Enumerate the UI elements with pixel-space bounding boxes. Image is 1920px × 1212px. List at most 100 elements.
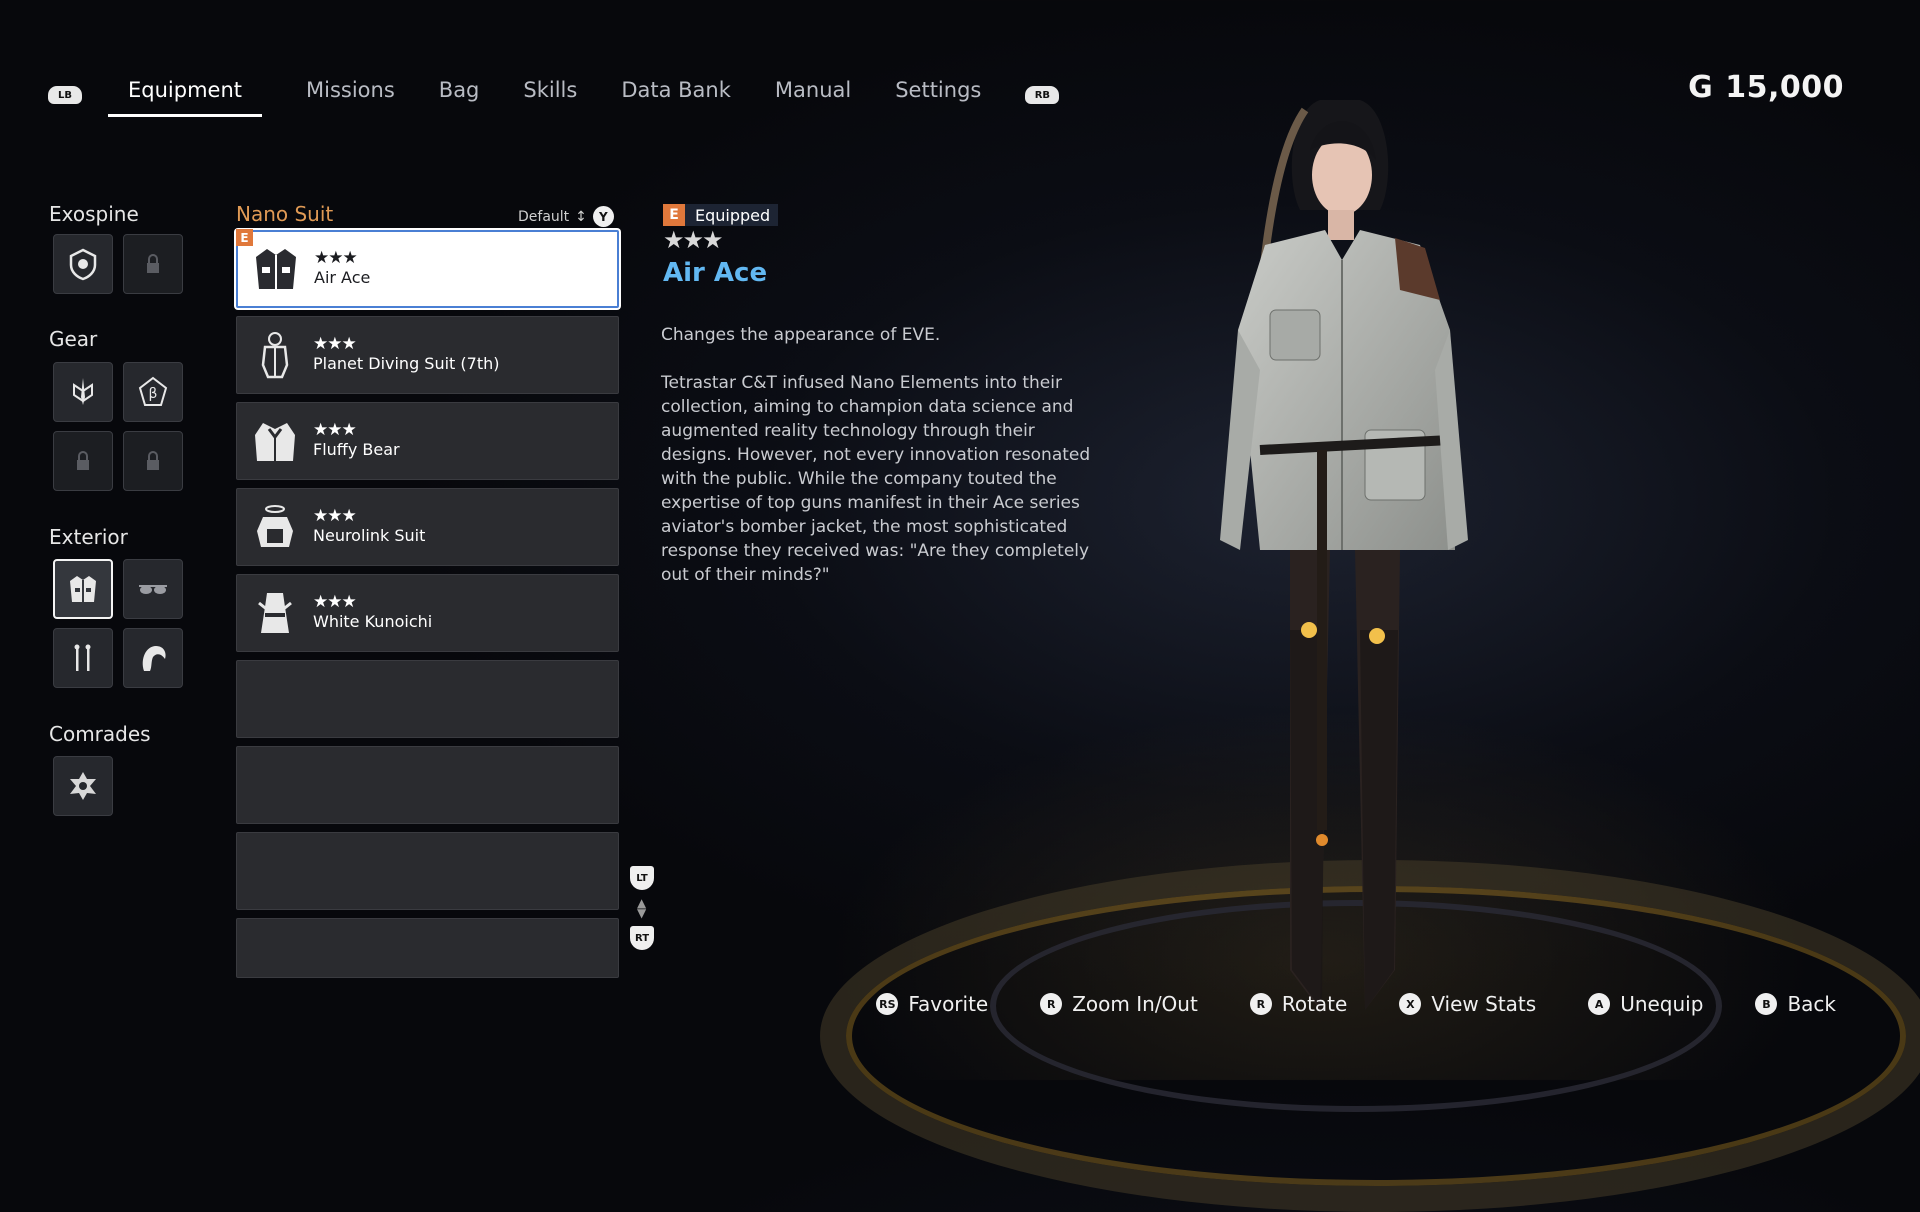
sort-control[interactable]: Default ↕ Y (518, 206, 614, 227)
gear-slot-2[interactable]: β (123, 362, 183, 422)
exospine-slot-2[interactable] (123, 234, 183, 294)
lt-button[interactable]: LT (630, 866, 654, 890)
category-gear-label: Gear (49, 327, 98, 351)
item-thumbnail (245, 411, 305, 471)
tab-skills[interactable]: Skills (523, 74, 577, 117)
list-item-empty (236, 918, 619, 978)
tab-bag[interactable]: Bag (439, 74, 480, 117)
x-button-icon: X (1399, 993, 1422, 1015)
currency-amount: 15,000 (1725, 70, 1844, 105)
neurolink-suit-icon (257, 505, 293, 547)
prompt-back[interactable]: B Back (1755, 992, 1836, 1016)
list-item-white-kunoichi[interactable]: ★★★ White Kunoichi (236, 574, 619, 652)
gear-slot-3[interactable] (53, 431, 113, 491)
exterior-slot-hair[interactable] (123, 628, 183, 688)
y-button[interactable]: Y (592, 206, 614, 227)
sword-emblem-icon (73, 378, 93, 405)
list-item-empty (236, 832, 619, 910)
item-thumbnail (246, 239, 306, 299)
prompt-label: Zoom In/Out (1072, 992, 1198, 1016)
prompt-rotate[interactable]: R Rotate (1249, 992, 1348, 1016)
list-item-fluffy-bear[interactable]: ★★★ Fluffy Bear (236, 402, 619, 480)
item-name: Air Ace (314, 268, 371, 287)
gear-slot-4[interactable] (123, 431, 183, 491)
exterior-slot-outfit[interactable] (53, 559, 113, 619)
r-stick-icon: R (1249, 993, 1272, 1015)
gear-slot-1[interactable] (53, 362, 113, 422)
item-stars: ★★★ (313, 420, 357, 440)
tab-missions[interactable]: Missions (306, 74, 395, 117)
jacket-icon (256, 249, 296, 289)
lock-icon (147, 254, 159, 273)
rb-button[interactable]: RB (1025, 86, 1060, 104)
lock-icon (147, 451, 159, 470)
prompt-label: Rotate (1281, 992, 1348, 1016)
exospine-slot-1[interactable] (53, 234, 113, 294)
list-item-empty (236, 660, 619, 738)
rs-button-icon: RS (876, 993, 899, 1015)
detail-summary: Changes the appearance of EVE. (661, 325, 941, 345)
tab-settings[interactable]: Settings (895, 74, 981, 117)
scroll-arrows-icon: ▲ ▼ (637, 896, 647, 920)
prompt-zoom[interactable]: R Zoom In/Out (1040, 992, 1198, 1016)
jacket-icon (70, 576, 96, 602)
detail-item-name: Air Ace (663, 258, 768, 288)
item-name: Neurolink Suit (313, 526, 426, 545)
item-name: Planet Diving Suit (7th) (313, 354, 500, 373)
prompt-view-stats[interactable]: X View Stats (1399, 992, 1536, 1016)
a-button-icon: A (1588, 993, 1611, 1015)
prompt-label: Back (1787, 992, 1836, 1016)
exterior-slot-eyewear[interactable] (123, 559, 183, 619)
prompt-label: View Stats (1431, 992, 1537, 1016)
tab-data-bank[interactable]: Data Bank (621, 74, 731, 117)
lock-icon (77, 451, 89, 470)
list-item-neurolink-suit[interactable]: ★★★ Neurolink Suit (236, 488, 619, 566)
item-stars: ★★★ (314, 248, 358, 268)
exterior-slot-earrings[interactable] (53, 628, 113, 688)
category-exterior-label: Exterior (49, 525, 128, 549)
category-comrades-label: Comrades (49, 722, 151, 746)
svg-text:β: β (149, 386, 158, 402)
b-button-icon: B (1755, 993, 1778, 1015)
currency-icon: G (1688, 70, 1714, 105)
hair-icon (142, 646, 166, 671)
comrade-slot-1[interactable] (53, 756, 113, 816)
list-item-air-ace[interactable]: ★★★ Air Ace (236, 230, 619, 308)
sunglasses-icon (139, 585, 167, 594)
shield-emblem-icon (69, 248, 97, 281)
item-name: White Kunoichi (313, 612, 433, 631)
button-prompts: RS Favorite R Zoom In/Out R Rotate X Vie… (824, 992, 1836, 1016)
prompt-unequip[interactable]: A Unequip (1588, 992, 1703, 1016)
sort-arrows-icon: ↕ (575, 208, 587, 225)
top-navigation: LB Equipment Missions Bag Skills Data Ba… (48, 74, 1060, 117)
tab-manual[interactable]: Manual (775, 74, 851, 117)
sort-label: Default (518, 208, 570, 225)
rt-button[interactable]: RT (630, 926, 654, 950)
list-title: Nano Suit (236, 202, 334, 226)
equipped-label: Equipped (695, 205, 771, 225)
beta-emblem-icon: β (138, 376, 168, 406)
item-thumbnail (245, 583, 305, 643)
bear-outfit-icon (255, 423, 295, 461)
diving-suit-icon (261, 332, 289, 379)
equipped-badge: E (236, 229, 253, 246)
list-item-planet-diving-suit[interactable]: ★★★ Planet Diving Suit (7th) (236, 316, 619, 394)
drone-emblem-icon (70, 772, 96, 800)
detail-description: Changes the appearance of EVE. Tetrastar… (661, 323, 1091, 611)
r-stick-icon: R (1040, 993, 1063, 1015)
prompt-favorite[interactable]: RS Favorite (876, 992, 988, 1016)
item-name: Fluffy Bear (313, 440, 400, 459)
item-stars: ★★★ (313, 506, 357, 526)
equipped-tag: E Equipped (663, 204, 779, 226)
list-item-empty (236, 746, 619, 824)
earrings-icon (74, 644, 91, 671)
prompt-label: Unequip (1620, 992, 1704, 1016)
prompt-label: Favorite (908, 992, 989, 1016)
character-model (1220, 100, 1468, 1010)
tab-bar: Equipment Missions Bag Skills Data Bank … (102, 74, 1003, 117)
tab-equipment[interactable]: Equipment (108, 74, 262, 117)
item-stars: ★★★ (313, 334, 357, 354)
detail-stars: ★★★ (663, 226, 724, 254)
item-thumbnail (245, 325, 305, 385)
lb-button[interactable]: LB (48, 86, 82, 104)
